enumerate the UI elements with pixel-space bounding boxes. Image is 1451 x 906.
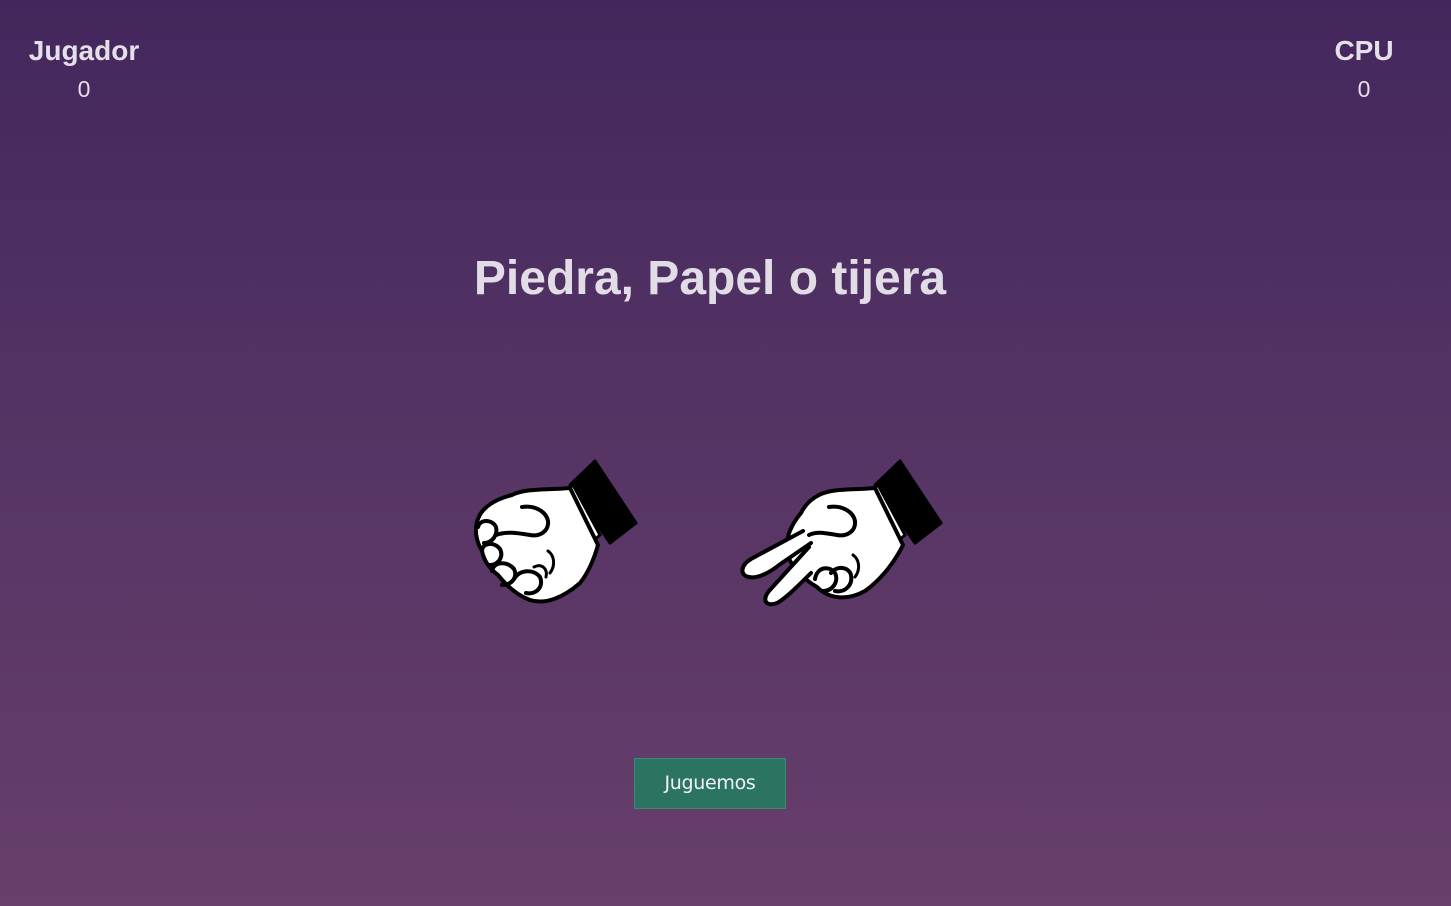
scissors-hand-icon: [740, 459, 943, 607]
cpu-score-panel: CPU 0: [1284, 34, 1444, 102]
player-label: Jugador: [28, 35, 140, 66]
player-hand: [430, 455, 650, 615]
cpu-label: CPU: [1334, 35, 1394, 66]
rock-hand-icon: [473, 459, 638, 604]
cpu-score: 0: [1357, 76, 1371, 102]
player-score: 0: [77, 76, 91, 102]
play-button[interactable]: Juguemos: [634, 758, 786, 809]
cpu-hand: [725, 455, 945, 615]
game-title: Piedra, Papel o tijera: [473, 252, 947, 305]
player-score-panel: Jugador 0: [4, 34, 164, 102]
